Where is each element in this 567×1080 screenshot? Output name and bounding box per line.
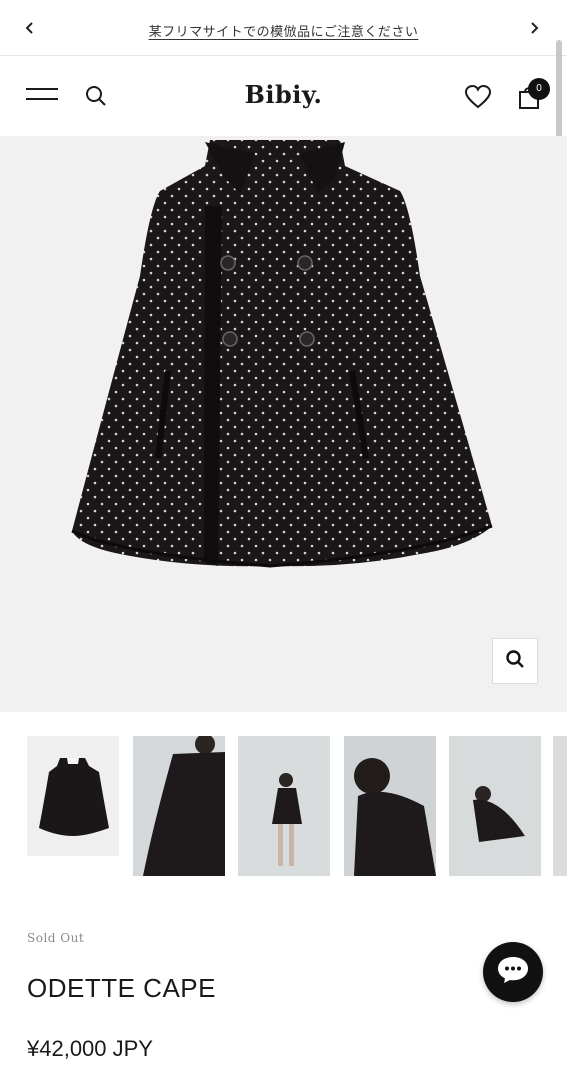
search-icon[interactable] — [84, 84, 108, 108]
site-logo[interactable]: Bibiy. — [200, 80, 367, 109]
thumbnail-5[interactable] — [449, 736, 541, 876]
chat-button[interactable] — [483, 942, 543, 1002]
announcement-message[interactable]: 某フリマサイトでの模倣品にご注意ください — [0, 21, 567, 40]
product-title: ODETTE CAPE — [27, 973, 216, 1003]
thumbnail-4[interactable] — [344, 736, 436, 876]
zoom-button[interactable] — [492, 638, 538, 684]
search-icon — [505, 649, 525, 674]
chat-bubble-icon — [496, 955, 530, 990]
cart-count-badge: 0 — [528, 78, 550, 100]
thumbnail-2[interactable] — [133, 736, 225, 876]
product-main-image[interactable] — [0, 136, 567, 712]
stock-status: Sold Out — [27, 931, 85, 945]
thumbnail-strip — [0, 736, 567, 876]
chevron-right-icon[interactable] — [520, 14, 548, 42]
thumbnail-1[interactable] — [27, 736, 119, 856]
hamburger-icon[interactable] — [26, 86, 58, 106]
heart-icon[interactable] — [464, 84, 492, 110]
announcement-bar: 某フリマサイトでの模倣品にご注意ください — [0, 0, 567, 56]
product-price: ¥42,000 JPY — [27, 1036, 153, 1061]
thumbnail-3[interactable] — [238, 736, 330, 876]
thumbnail-6[interactable] — [553, 736, 567, 876]
site-header: Bibiy. — [0, 56, 567, 136]
